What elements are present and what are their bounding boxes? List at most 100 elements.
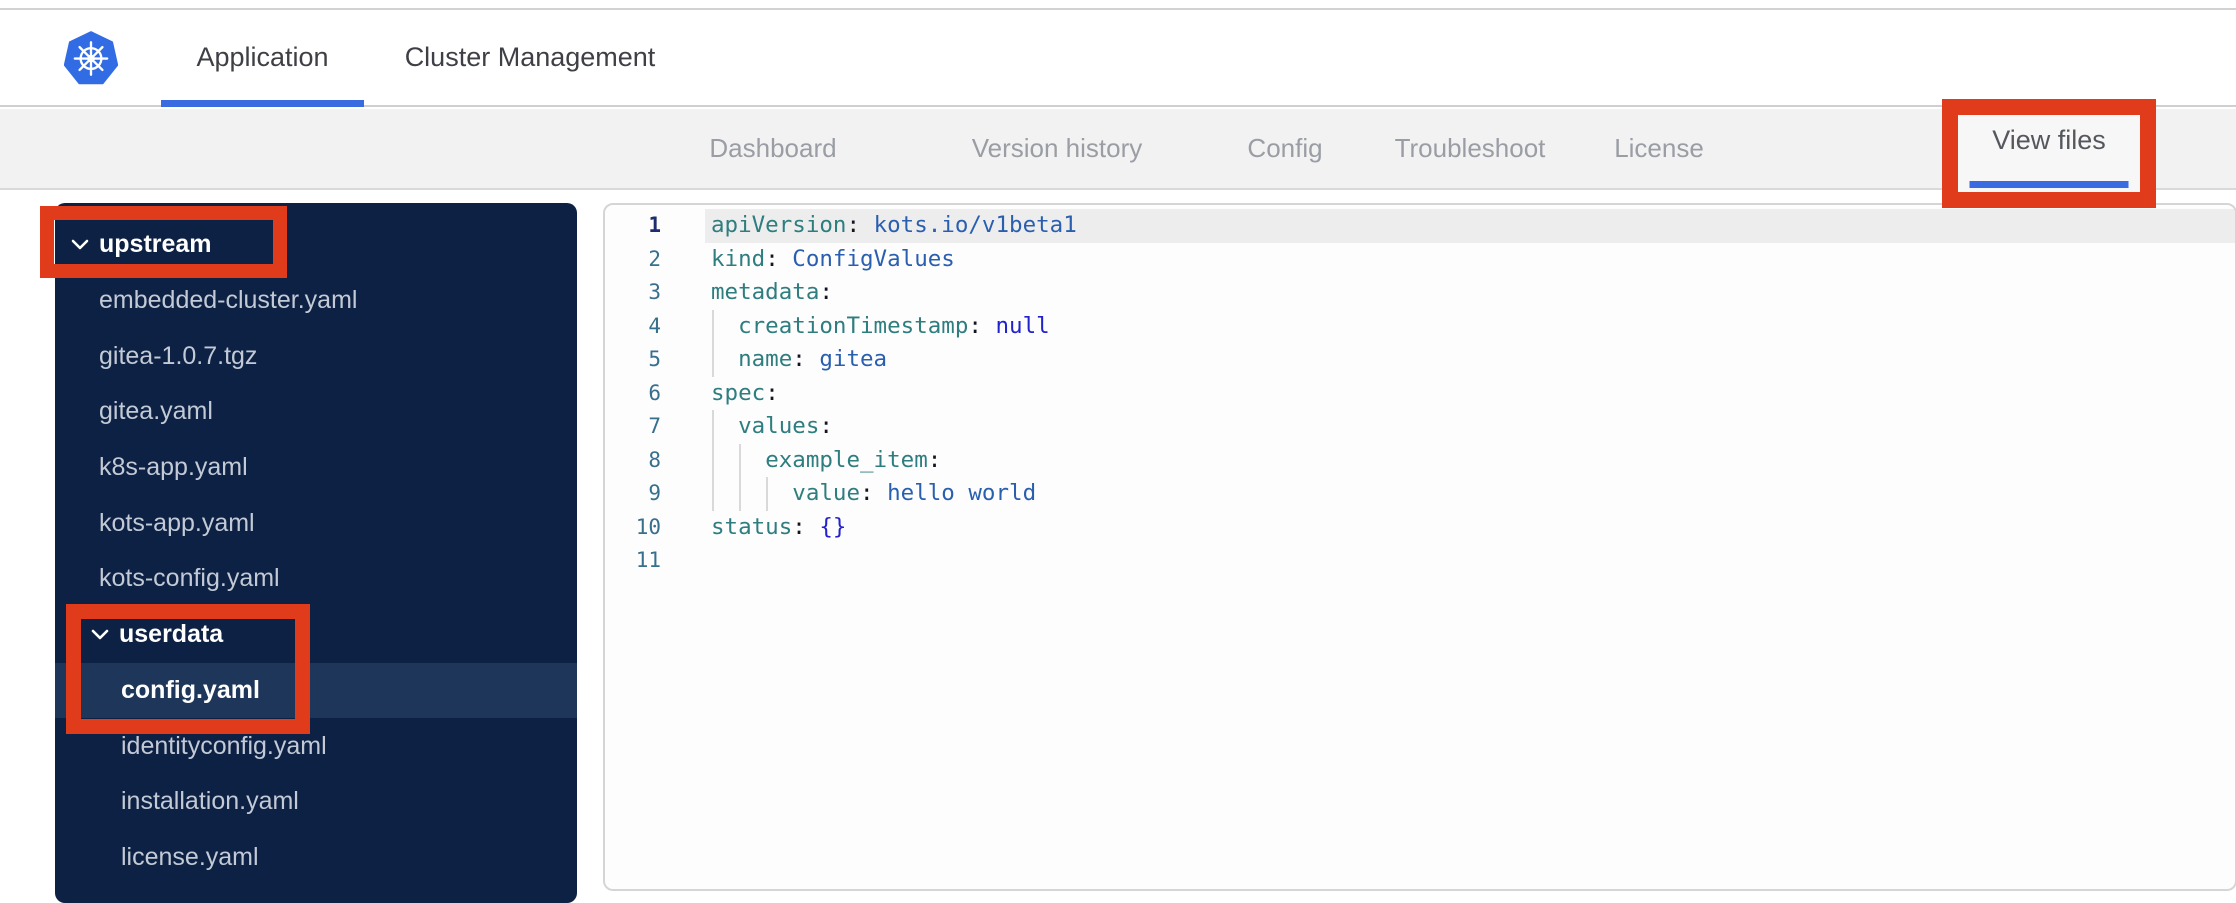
- tree-item-label: kots-config.yaml: [99, 564, 280, 593]
- tree-file-license-yaml[interactable]: license.yaml: [55, 830, 577, 886]
- line-number: 5: [648, 347, 661, 371]
- token-key: apiVersion: [711, 212, 847, 238]
- line-number: 6: [648, 380, 661, 405]
- code-text: value: hello world: [661, 477, 2235, 511]
- tree-folder-userdata[interactable]: userdata: [55, 607, 577, 663]
- token-key: example_item: [765, 446, 928, 473]
- code-line-8[interactable]: 8 example_item:: [605, 444, 2235, 478]
- tree-item-label: kots-app.yaml: [99, 508, 255, 537]
- token-key: kind: [711, 245, 766, 272]
- token-ws: [711, 313, 738, 339]
- token-ws: [711, 413, 738, 439]
- token-pun: :: [792, 513, 820, 540]
- tree-file-gitea-1-0-7-tgz[interactable]: gitea-1.0.7.tgz: [55, 328, 577, 384]
- line-number: 1: [648, 213, 661, 237]
- code-line-2[interactable]: 2 kind: ConfigValues: [605, 243, 2235, 277]
- subnav-item-troubleshoot[interactable]: Troubleshoot: [1395, 109, 1546, 188]
- token-val: ConfigValues: [792, 245, 955, 272]
- token-pun: :: [792, 346, 820, 372]
- app-tab-label: Application: [196, 42, 329, 72]
- token-const: {}: [819, 513, 847, 540]
- token-key: value: [792, 480, 861, 506]
- kots-admin-console: Application Cluster Management Dashboard V…: [0, 0, 2236, 903]
- line-number: 2: [648, 246, 661, 271]
- tree-item-label: k8s-app.yaml: [99, 453, 248, 482]
- app-tab-application[interactable]: Application: [161, 10, 364, 107]
- code-line-6[interactable]: 6 spec:: [605, 377, 2235, 411]
- tree-file-identityconfig-yaml[interactable]: identityconfig.yaml: [55, 718, 577, 774]
- token-pun: :: [968, 312, 996, 339]
- active-tab-underline: [161, 100, 364, 107]
- subnav-item-version-history[interactable]: Version history: [972, 109, 1143, 188]
- app-subnav: Dashboard Version history Config Troublesho…: [0, 109, 2236, 190]
- line-number: 7: [648, 414, 661, 438]
- code-line-9[interactable]: 9 value: hello world: [605, 477, 2235, 511]
- code-line-3[interactable]: 3 metadata:: [605, 276, 2235, 310]
- tab-view-files[interactable]: View files: [1942, 99, 2156, 208]
- code-text: status: {}: [661, 511, 2235, 545]
- tree-file-gitea-yaml[interactable]: gitea.yaml: [55, 384, 577, 440]
- tree-item-label: userdata: [119, 620, 224, 649]
- token-val: gitea: [819, 346, 888, 372]
- chevron-down-icon: [91, 629, 109, 640]
- token-const: null: [995, 312, 1050, 339]
- token-key: name: [738, 346, 793, 372]
- code-line-10[interactable]: 10 status: {}: [605, 511, 2235, 545]
- tree-item-label: embedded-cluster.yaml: [99, 286, 358, 315]
- subnav-item-dashboard[interactable]: Dashboard: [709, 109, 836, 188]
- token-key: status: [711, 513, 793, 540]
- code-line-5[interactable]: 5 name: gitea: [605, 343, 2235, 377]
- tree-folder-upstream[interactable]: upstream: [55, 217, 577, 273]
- token-pun: :: [765, 379, 779, 406]
- app-tab-cluster-management[interactable]: Cluster Management: [380, 10, 680, 105]
- code-text: values:: [661, 410, 2235, 444]
- token-key: metadata: [711, 279, 820, 305]
- tree-item-label: upstream: [99, 230, 212, 259]
- tree-item-label: license.yaml: [121, 842, 259, 871]
- tree-item-label: config.yaml: [121, 675, 260, 704]
- code-text: spec:: [661, 377, 2235, 411]
- token-pun: :: [765, 245, 793, 272]
- token-pun: :: [819, 413, 833, 439]
- tree-file-k8s-app-yaml[interactable]: k8s-app.yaml: [55, 440, 577, 496]
- code-line-4[interactable]: 4 creationTimestamp: null: [605, 310, 2235, 344]
- token-pun: :: [819, 279, 833, 305]
- token-pun: :: [927, 446, 942, 473]
- line-number: 3: [648, 280, 661, 304]
- line-number: 10: [635, 514, 661, 539]
- code-text: metadata:: [661, 276, 2235, 310]
- tree-file-config-yaml[interactable]: config.yaml: [55, 662, 577, 719]
- token-key: spec: [711, 379, 766, 406]
- subnav-item-config[interactable]: Config: [1247, 109, 1322, 188]
- token-key: values: [738, 413, 820, 439]
- code-text: creationTimestamp: null: [661, 310, 2235, 344]
- tree-item-label: installation.yaml: [121, 787, 299, 816]
- line-number: 9: [648, 481, 661, 505]
- tree-file-embedded-cluster-yaml[interactable]: embedded-cluster.yaml: [55, 273, 577, 329]
- tree-item-label: gitea.yaml: [99, 397, 213, 426]
- code-text: example_item:: [661, 444, 2235, 478]
- code-text: kind: ConfigValues: [661, 243, 2235, 277]
- token-ws: [711, 480, 792, 506]
- token-pun: :: [846, 212, 874, 238]
- line-number: 11: [635, 548, 661, 572]
- token-pun: :: [860, 480, 888, 506]
- token-val: kots.io/v1beta1: [873, 212, 1077, 238]
- file-tree: upstream embedded-cluster.yaml gitea-1.0.7…: [55, 203, 577, 903]
- code-lines: 1 apiVersion: kots.io/v1beta1 2 kind: Confi…: [605, 209, 2235, 578]
- code-line-7[interactable]: 7 values:: [605, 410, 2235, 444]
- subnav-item-license[interactable]: License: [1614, 109, 1704, 188]
- code-text: name: gitea: [661, 343, 2235, 377]
- code-line-1[interactable]: 1 apiVersion: kots.io/v1beta1: [605, 209, 2235, 243]
- tree-file-kots-config-yaml[interactable]: kots-config.yaml: [55, 551, 577, 607]
- tree-file-installation-yaml[interactable]: installation.yaml: [55, 774, 577, 830]
- tree-item-label: gitea-1.0.7.tgz: [99, 341, 258, 370]
- token-ws: [711, 447, 765, 473]
- code-line-11[interactable]: 11: [605, 544, 2235, 578]
- code-text: apiVersion: kots.io/v1beta1: [661, 209, 2235, 243]
- app-header: Application Cluster Management: [0, 8, 2236, 107]
- tree-file-kots-app-yaml[interactable]: kots-app.yaml: [55, 495, 577, 551]
- yaml-editor[interactable]: 1 apiVersion: kots.io/v1beta1 2 kind: Confi…: [603, 203, 2236, 891]
- tab-view-files-label: View files: [1992, 125, 2106, 155]
- tree-item-label: identityconfig.yaml: [121, 731, 327, 760]
